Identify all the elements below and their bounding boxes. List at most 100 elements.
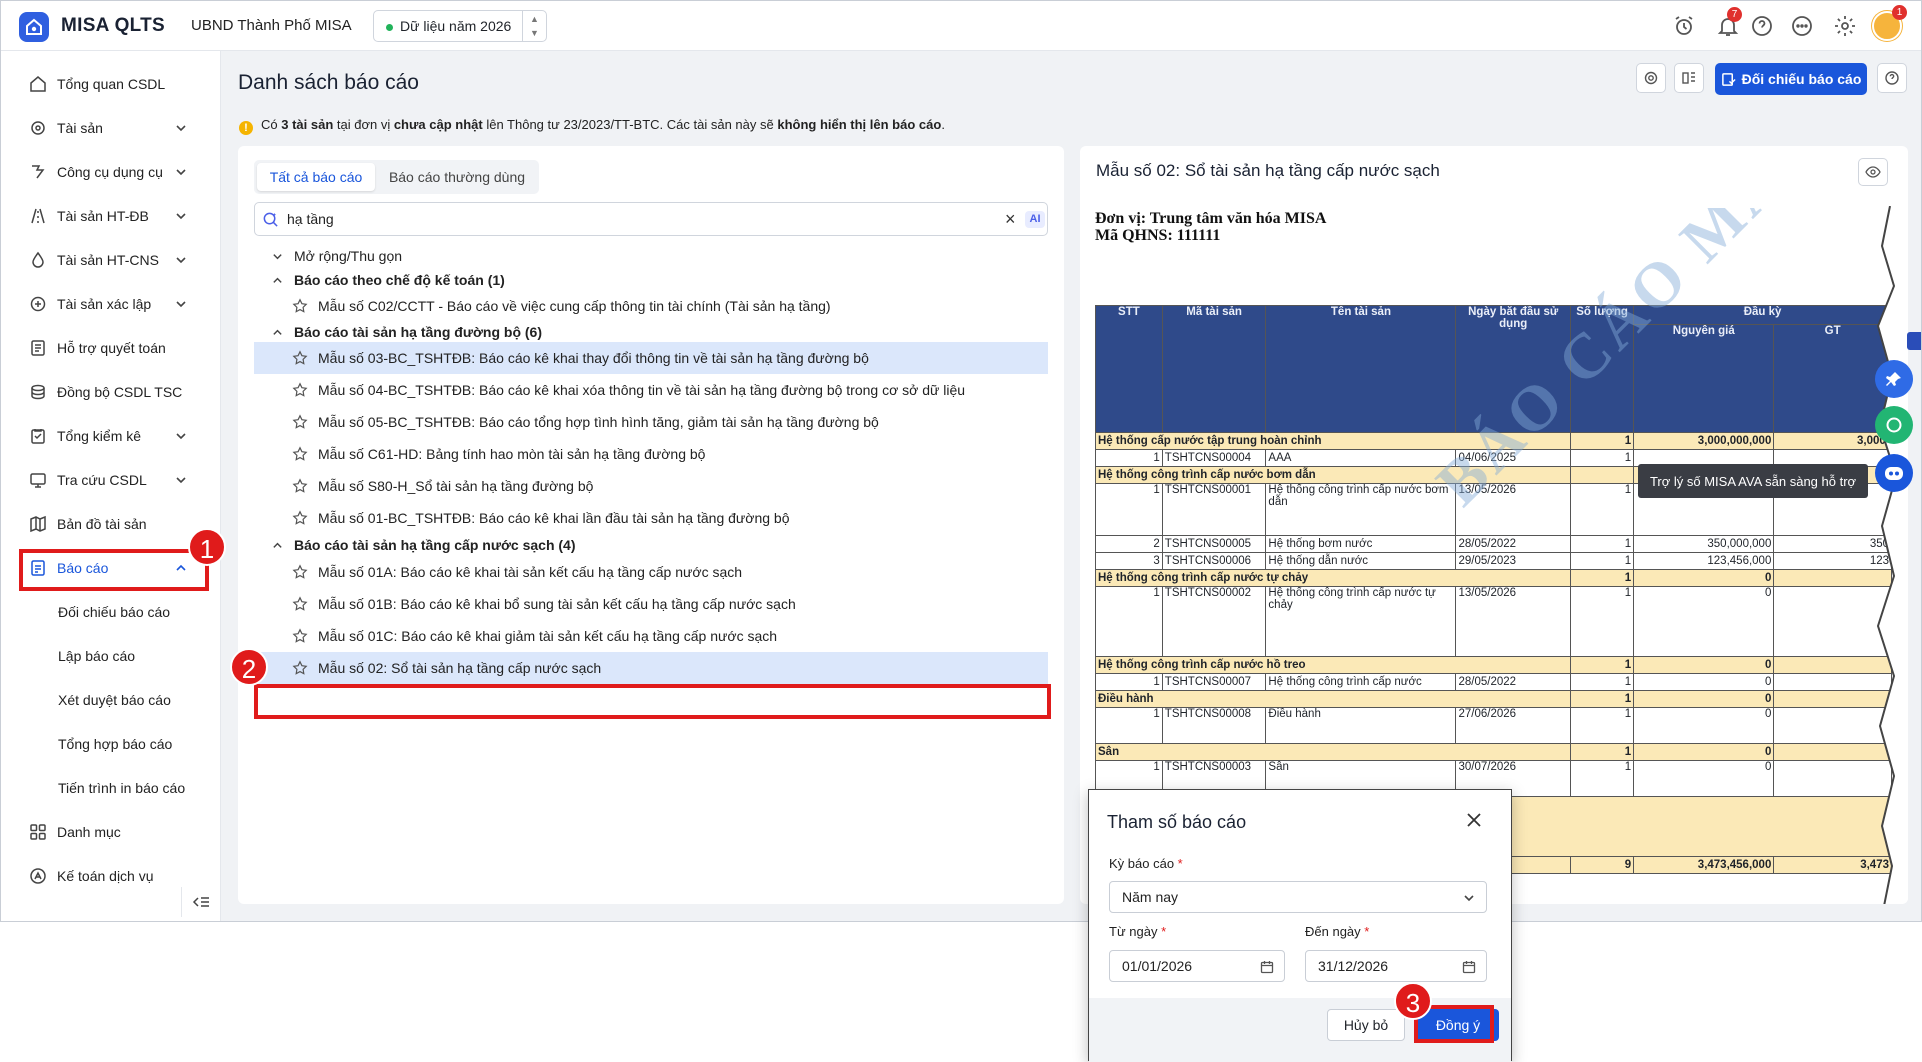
report-list-item[interactable]: Mẫu số 01B: Báo cáo kê khai bổ sung tài … (254, 588, 1048, 620)
cell: 1 (1569, 707, 1635, 744)
help-icon[interactable] (1750, 14, 1774, 38)
help-icon (1885, 71, 1899, 85)
sidebar-subitem-summarize-report[interactable]: Tổng hợp báo cáo (58, 729, 172, 759)
sidebar-item-road-infrastructure[interactable]: Tài sản HT-ĐB (19, 198, 209, 234)
sidebar-item-database-lookup[interactable]: Tra cứu CSDL (19, 462, 209, 498)
sidebar-item-asset-map[interactable]: Bản đồ tài sản (19, 506, 209, 542)
sidebar-subitem-approve-report[interactable]: Xét duyệt báo cáo (58, 685, 171, 715)
cancel-button[interactable]: Hủy bỏ (1327, 1009, 1405, 1041)
data-year-select[interactable]: Dữ liệu năm 2026 ▲ ▼ (373, 10, 547, 42)
report-name: Mẫu số 03-BC_TSHTĐB: Báo cáo kê khai tha… (318, 350, 869, 366)
cell: TSHTCNS00007 (1161, 673, 1267, 691)
reconcile-report-button[interactable]: Đối chiếu báo cáo (1715, 63, 1867, 95)
sidebar-subitem-reconcile[interactable]: Đối chiếu báo cáo (58, 597, 170, 627)
sidebar-item-label: Tổng kiểm kê (57, 428, 142, 444)
tab-all-reports[interactable]: Tất cả báo cáo (257, 163, 375, 191)
star-icon[interactable] (292, 478, 308, 494)
from-date-input[interactable]: 01/01/2026 (1109, 950, 1285, 982)
close-icon[interactable] (1464, 810, 1484, 830)
star-icon[interactable] (292, 414, 308, 430)
sidebar-item-settlement-support[interactable]: Hỗ trợ quyết toán (19, 330, 209, 366)
star-icon[interactable] (292, 350, 308, 366)
report-list-item[interactable]: Mẫu số 01A: Báo cáo kê khai tài sản kết … (254, 556, 1048, 588)
cell: TSHTCNS00006 (1161, 552, 1267, 570)
tab-frequent-reports[interactable]: Báo cáo thường dùng (378, 163, 536, 191)
sidebar-item-inventory[interactable]: Tổng kiểm kê (19, 418, 209, 454)
collapse-icon (192, 897, 209, 907)
star-icon[interactable] (292, 660, 308, 676)
report-list-item[interactable]: Mẫu số 05-BC_TSHTĐB: Báo cáo tổng hợp tì… (254, 406, 1048, 438)
side-expand-button[interactable] (1907, 332, 1921, 350)
cell: 1 (1569, 449, 1635, 467)
cell: 1 (1569, 656, 1635, 674)
pin-assistant-button[interactable] (1875, 360, 1913, 398)
report-list-item[interactable]: Mẫu số 04-BC_TSHTĐB: Báo cáo kê khai xóa… (254, 374, 1048, 406)
calendar-icon[interactable] (1260, 960, 1274, 974)
sidebar-item-catalog[interactable]: Danh mục (19, 814, 209, 850)
year-stepper-icon[interactable]: ▲ ▼ (522, 11, 546, 41)
cell: 27/06/2026 (1455, 707, 1571, 744)
header-original-cost: Nguyên giá (1633, 324, 1775, 433)
report-list-item[interactable]: Mẫu số 01C: Báo cáo kê khai giảm tài sản… (254, 620, 1048, 652)
chevron-down-icon (176, 213, 186, 220)
layout-button[interactable] (1674, 63, 1704, 93)
period-select[interactable]: Năm nay (1109, 881, 1487, 913)
sidebar-item-assets[interactable]: Tài sản (19, 110, 209, 146)
sidebar-item-label: Tài sản (57, 120, 103, 136)
star-icon[interactable] (292, 628, 308, 644)
sidebar-item-water-infrastructure[interactable]: Tài sản HT-CNS (19, 242, 209, 278)
cell: 0 (1633, 690, 1775, 708)
calendar-icon[interactable] (1462, 960, 1476, 974)
chat-assistant-button[interactable] (1875, 406, 1913, 444)
page-help-button[interactable] (1877, 63, 1907, 93)
chevron-down-icon (176, 433, 186, 440)
ai-search-icon (263, 212, 278, 227)
report-list-item[interactable]: Mẫu số S80-H_Sổ tài sản hạ tầng đường bộ (254, 470, 1048, 502)
assets-icon (31, 121, 45, 135)
sidebar-item-tools[interactable]: Công cụ dụng cụ (19, 154, 209, 190)
sidebar-item-sync-database[interactable]: Đồng bộ CSDL TSC (19, 374, 209, 410)
report-search-input[interactable]: hạ tầng × AI (254, 202, 1048, 236)
star-icon[interactable] (292, 596, 308, 612)
establish-icon (30, 296, 46, 312)
required-mark: * (1364, 924, 1370, 939)
report-list-item[interactable]: Mẫu số 03-BC_TSHTĐB: Báo cáo kê khai tha… (254, 342, 1048, 374)
alarm-clock-icon[interactable] (1672, 14, 1696, 38)
preview-title: Mẫu số 02: Sổ tài sản hạ tầng cấp nước s… (1096, 161, 1440, 180)
page-title: Danh sách báo cáo (238, 71, 419, 94)
collapse-sidebar-button[interactable] (181, 887, 219, 917)
ava-assistant-button[interactable] (1875, 454, 1913, 492)
sidebar-subitem-create-report[interactable]: Lập báo cáo (58, 641, 135, 671)
cell: 0 (1633, 569, 1775, 587)
columns-icon (1682, 72, 1695, 84)
star-icon[interactable] (292, 510, 308, 526)
cell: Hệ thống công trình cấp nước bơm dẫn (1265, 483, 1457, 536)
sidebar-item-established-assets[interactable]: Tài sản xác lập (19, 286, 209, 322)
to-date-input[interactable]: 31/12/2026 (1305, 950, 1487, 982)
warning-status: chưa cập nhật (393, 117, 483, 132)
star-icon[interactable] (292, 382, 308, 398)
misa-logo-icon[interactable] (19, 12, 49, 42)
cell: TSHTCNS00008 (1161, 707, 1267, 744)
settings-button[interactable] (1636, 63, 1666, 93)
star-icon[interactable] (292, 446, 308, 462)
star-icon[interactable] (292, 564, 308, 580)
cell: 1 (1095, 707, 1163, 744)
more-options-icon[interactable] (1790, 14, 1814, 38)
cell (1569, 466, 1635, 484)
from-date-label: Từ ngày * (1109, 924, 1166, 939)
report-list-item-selected[interactable]: Mẫu số 02: Sổ tài sản hạ tầng cấp nước s… (254, 652, 1048, 684)
report-list-item[interactable]: Mẫu số C61-HD: Bảng tính hao mòn tài sản… (254, 438, 1048, 470)
toggle-preview-button[interactable] (1858, 158, 1888, 186)
ai-badge[interactable]: AI (1025, 211, 1045, 228)
sidebar-subitem-print-progress[interactable]: Tiến trình in báo cáo (58, 773, 185, 803)
sidebar-item-overview[interactable]: Tổng quan CSDL (19, 66, 209, 102)
cell: Điều hành (1095, 690, 1571, 708)
chevron-down-icon (176, 477, 186, 484)
chevron-down-icon (176, 257, 186, 264)
gear-icon[interactable] (1833, 14, 1857, 38)
clear-search-icon[interactable]: × (1005, 209, 1016, 230)
header-asset-code: Mã tài sản (1161, 305, 1267, 433)
star-icon[interactable] (292, 298, 308, 314)
preview-group-row: Sân 1 0 (1095, 743, 1892, 761)
